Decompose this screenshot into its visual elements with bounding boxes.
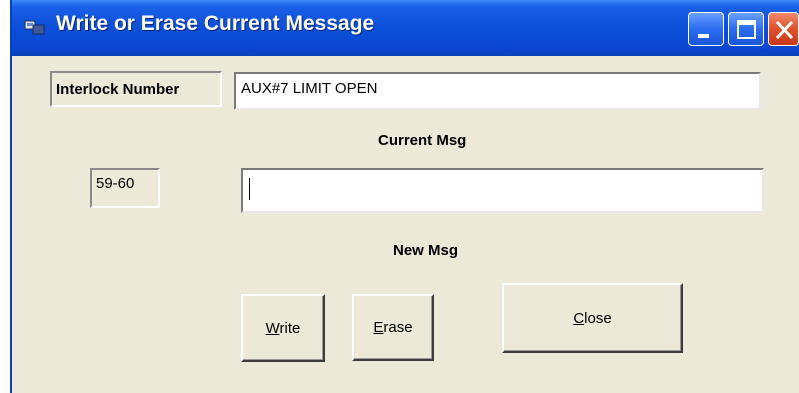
window-client-area: Interlock Number AUX#7 LIMIT OPEN Curren…	[12, 56, 799, 393]
title-bar[interactable]: Write or Erase Current Message	[12, 0, 799, 56]
close-window-button[interactable]	[768, 12, 799, 46]
message-window: Write or Erase Current Message Interlock…	[10, 0, 799, 393]
text-caret	[249, 178, 250, 200]
current-message-field[interactable]: AUX#7 LIMIT OPEN	[234, 72, 761, 110]
write-button[interactable]: Write	[241, 294, 325, 362]
write-button-label: Write	[265, 319, 301, 337]
close-button-label: Close	[573, 309, 612, 327]
erase-button[interactable]: Erase	[352, 294, 434, 361]
message-number-label: 59-60	[90, 168, 160, 208]
minimize-button[interactable]	[688, 12, 724, 46]
new-message-input[interactable]	[241, 168, 764, 213]
window-title: Write or Erase Current Message	[56, 12, 375, 35]
close-button[interactable]: Close	[502, 283, 683, 353]
interlock-number-label: Interlock Number	[50, 71, 222, 107]
erase-button-label: Erase	[373, 319, 413, 336]
new-msg-caption: New Msg	[393, 242, 459, 259]
maximize-button[interactable]	[728, 12, 764, 46]
current-msg-caption: Current Msg	[378, 132, 467, 149]
app-icon	[24, 18, 46, 36]
